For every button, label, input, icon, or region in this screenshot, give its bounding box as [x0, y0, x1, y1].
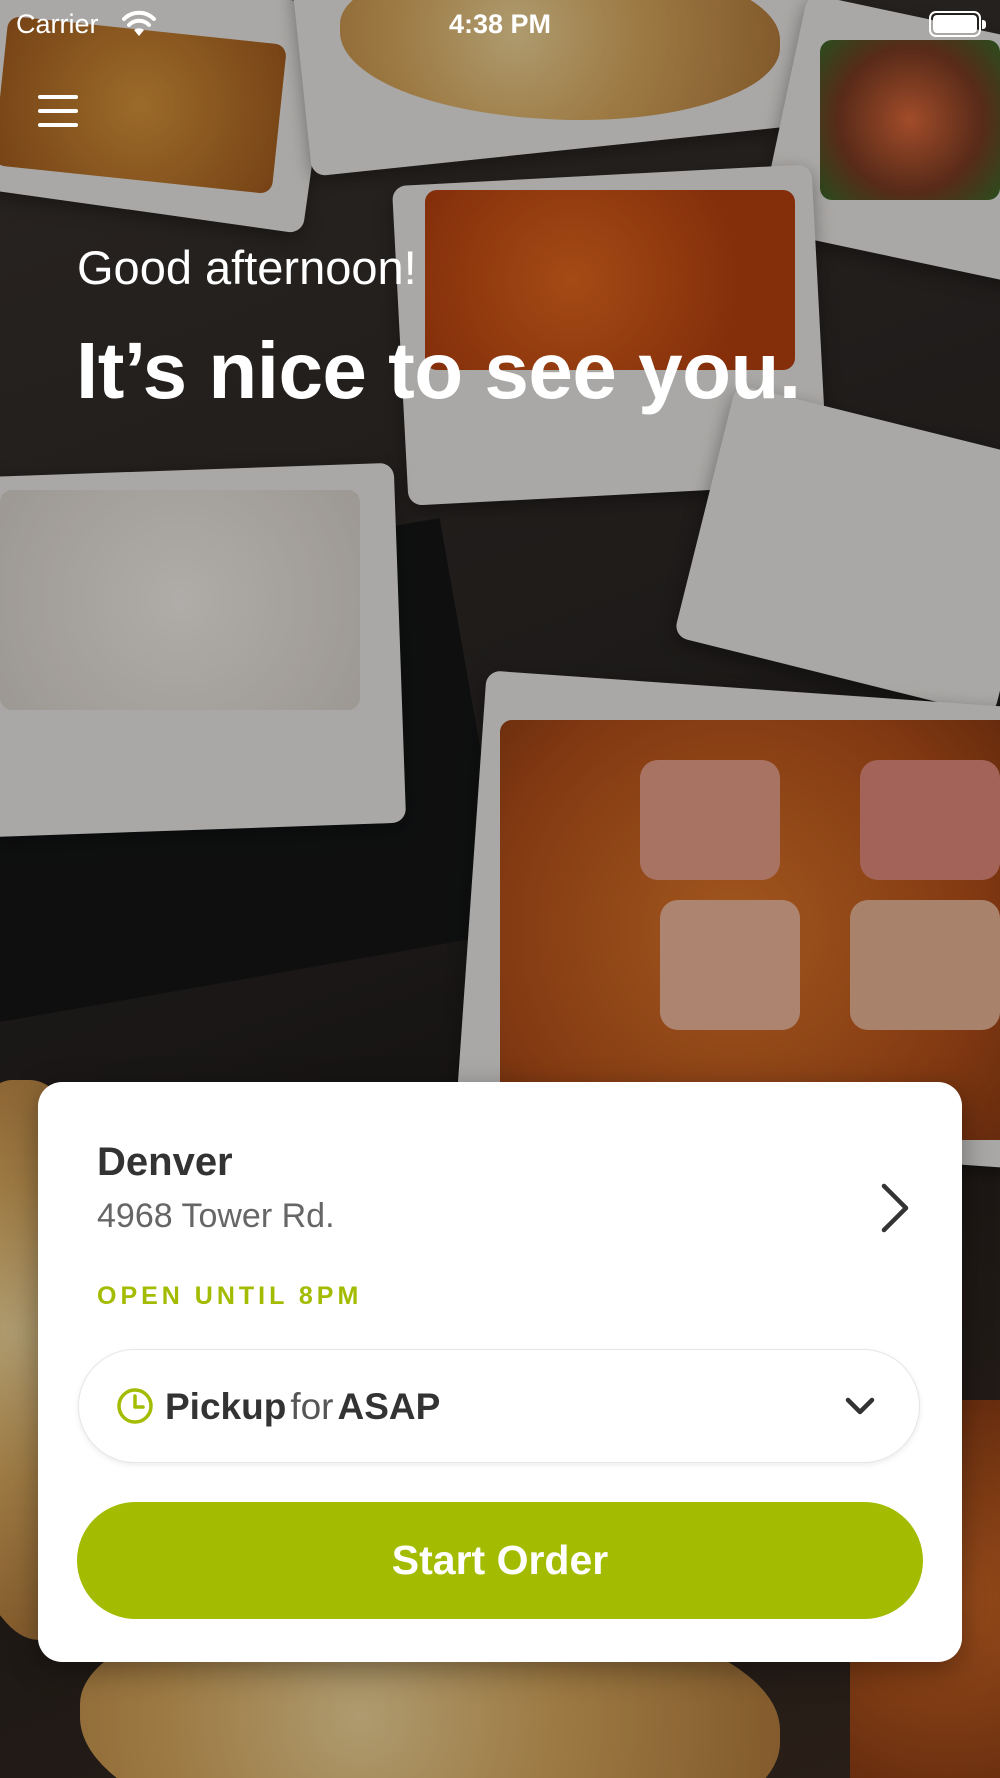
- location-city: Denver: [97, 1140, 233, 1184]
- order-mode-label: Pickup for ASAP: [165, 1386, 440, 1428]
- battery-icon: [929, 11, 986, 37]
- order-mode-type: Pickup: [165, 1386, 287, 1427]
- order-mode-connector: for: [290, 1386, 334, 1427]
- location-address: 4968 Tower Rd.: [97, 1197, 335, 1235]
- page-title: It’s nice to see you.: [76, 326, 801, 415]
- start-order-button[interactable]: Start Order: [77, 1502, 923, 1619]
- location-selector[interactable]: Denver 4968 Tower Rd.: [38, 1082, 962, 1282]
- order-mode-time: ASAP: [337, 1386, 441, 1427]
- clock-time: 4:38 PM: [448, 9, 552, 39]
- hamburger-menu-icon[interactable]: [38, 95, 78, 133]
- clock-icon: [117, 1388, 153, 1424]
- store-hours-badge: OPEN UNTIL 8PM: [97, 1282, 363, 1310]
- order-mode-dropdown[interactable]: Pickup for ASAP: [78, 1349, 920, 1463]
- chevron-right-icon: [881, 1183, 909, 1233]
- order-card: Denver 4968 Tower Rd. OPEN UNTIL 8PM Pic…: [38, 1082, 962, 1662]
- greeting-text: Good afternoon!: [77, 241, 417, 294]
- chevron-down-icon: [845, 1397, 875, 1415]
- status-bar: Carrier 4:38 PM: [0, 0, 1000, 50]
